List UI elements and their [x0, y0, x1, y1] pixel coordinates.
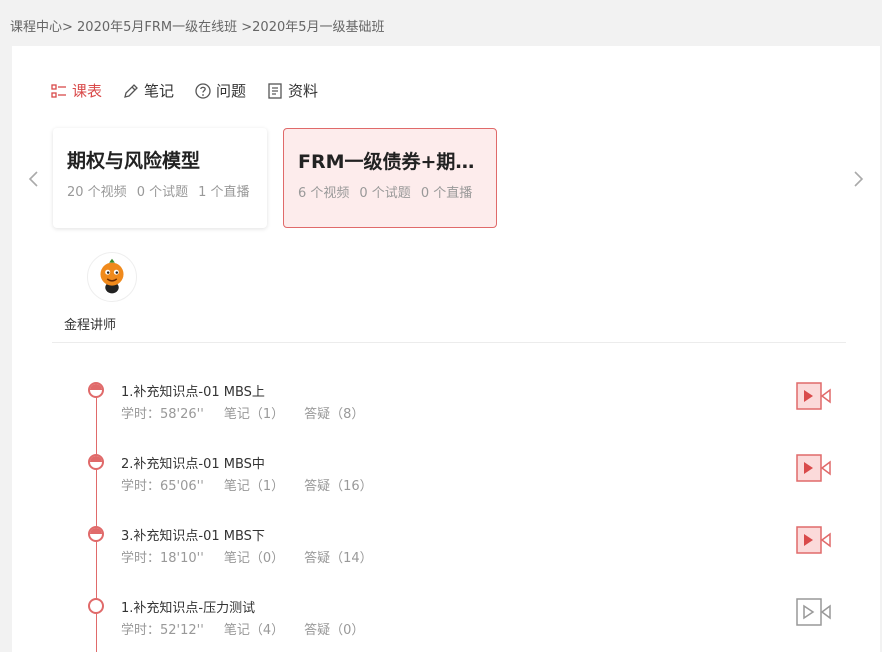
- video-play-icon[interactable]: [796, 596, 832, 628]
- lesson-questions: 答疑（14）: [304, 551, 373, 566]
- document-icon: [268, 82, 282, 99]
- tab-materials[interactable]: 资料: [266, 80, 318, 101]
- tab-bar: 课表 笔记 问题 资料: [50, 80, 318, 101]
- progress-dot-icon: [88, 598, 104, 614]
- tab-label: 课表: [72, 82, 103, 100]
- breadcrumb-class[interactable]: 2020年5月FRM一级在线班: [73, 20, 237, 35]
- lesson-item[interactable]: 2.补充知识点-01 MBS中 学时：65'06'' 笔记（1） 答疑（16）: [88, 452, 858, 502]
- live-count: 0 个直播: [420, 186, 473, 201]
- lesson-notes: 笔记（4）: [223, 623, 285, 638]
- course-card[interactable]: 期权与风险模型 20 个视频 0 个试题 1 个直播: [53, 128, 267, 228]
- lesson-title: 1.补充知识点-压力测试: [121, 601, 256, 616]
- lesson-questions: 答疑（16）: [304, 479, 373, 494]
- test-count: 0 个试题: [136, 185, 189, 200]
- live-count: 1 个直播: [198, 185, 250, 200]
- question-icon: [195, 82, 211, 99]
- lesson-meta: 学时：58'26'' 笔记（1） 答疑（8）: [121, 403, 384, 422]
- lesson-hours: 学时：65'06'': [121, 479, 204, 494]
- lesson-item[interactable]: 3.补充知识点-01 MBS下 学时：18'10'' 笔记（0） 答疑（14）: [88, 524, 858, 574]
- breadcrumb-current: >2020年5月一级基础班: [237, 20, 385, 35]
- tab-label: 问题: [216, 82, 247, 100]
- lesson-hours: 学时：58'26'': [121, 407, 204, 422]
- video-count: 6 个视频: [298, 186, 350, 201]
- next-arrow-icon[interactable]: [850, 170, 866, 187]
- tab-label: 资料: [288, 82, 319, 100]
- lesson-title: 2.补充知识点-01 MBS中: [121, 457, 265, 472]
- lesson-questions: 答疑（0）: [304, 623, 365, 638]
- video-play-icon[interactable]: [796, 524, 832, 556]
- course-card-selected[interactable]: FRM一级债券+期… 6 个视频 0 个试题 0 个直播: [283, 128, 497, 228]
- lesson-questions: 答疑（8）: [304, 407, 365, 422]
- tab-questions[interactable]: 问题: [194, 80, 246, 101]
- lesson-hours: 学时：18'10'': [121, 551, 204, 566]
- lesson-title: 3.补充知识点-01 MBS下: [121, 529, 265, 544]
- progress-dot-icon: [88, 382, 104, 398]
- video-play-icon[interactable]: [796, 452, 832, 484]
- video-count: 20 个视频: [67, 185, 127, 200]
- lesson-title: 1.补充知识点-01 MBS上: [121, 385, 265, 400]
- lesson-hours: 学时：52'12'': [121, 623, 204, 638]
- test-count: 0 个试题: [359, 186, 411, 201]
- lesson-meta: 学时：65'06'' 笔记（1） 答疑（16）: [121, 475, 393, 494]
- progress-dot-icon: [88, 526, 104, 542]
- progress-dot-icon: [88, 454, 104, 470]
- lesson-item[interactable]: 1.补充知识点-01 MBS上 学时：58'26'' 笔记（1） 答疑（8）: [88, 380, 858, 430]
- lesson-item[interactable]: 1.补充知识点-压力测试 学时：52'12'' 笔记（4） 答疑（0）: [88, 596, 858, 646]
- course-card-meta: 20 个视频 0 个试题 1 个直播: [67, 181, 253, 200]
- tab-notes[interactable]: 笔记: [122, 80, 174, 101]
- course-card-title: 期权与风险模型: [67, 150, 201, 172]
- video-play-icon[interactable]: [796, 380, 832, 412]
- breadcrumb-course-center[interactable]: 课程中心>: [10, 20, 73, 35]
- course-panel: 课表 笔记 问题 资料 期权与风险模型 20 个视频 0 个试题 1 个直播 F…: [12, 46, 880, 652]
- lesson-notes: 笔记（1）: [223, 407, 285, 422]
- lesson-notes: 笔记（0）: [223, 551, 285, 566]
- course-card-title: FRM一级债券+期…: [298, 151, 475, 173]
- lesson-notes: 笔记（1）: [223, 479, 285, 494]
- course-card-meta: 6 个视频 0 个试题 0 个直播: [298, 182, 482, 201]
- prev-arrow-icon[interactable]: [26, 170, 42, 187]
- tab-schedule[interactable]: 课表: [50, 80, 102, 101]
- tab-label: 笔记: [144, 82, 175, 100]
- breadcrumb: 课程中心> 2020年5月FRM一级在线班 >2020年5月一级基础班: [10, 16, 385, 35]
- list-icon: [51, 83, 66, 98]
- avatar: [86, 252, 137, 302]
- divider: [52, 342, 846, 343]
- pencil-icon: [124, 83, 138, 98]
- teacher-profile[interactable]: 金程讲师: [64, 252, 154, 333]
- lesson-meta: 学时：52'12'' 笔记（4） 答疑（0）: [121, 619, 384, 638]
- lesson-meta: 学时：18'10'' 笔记（0） 答疑（14）: [121, 547, 393, 566]
- teacher-name: 金程讲师: [64, 318, 117, 333]
